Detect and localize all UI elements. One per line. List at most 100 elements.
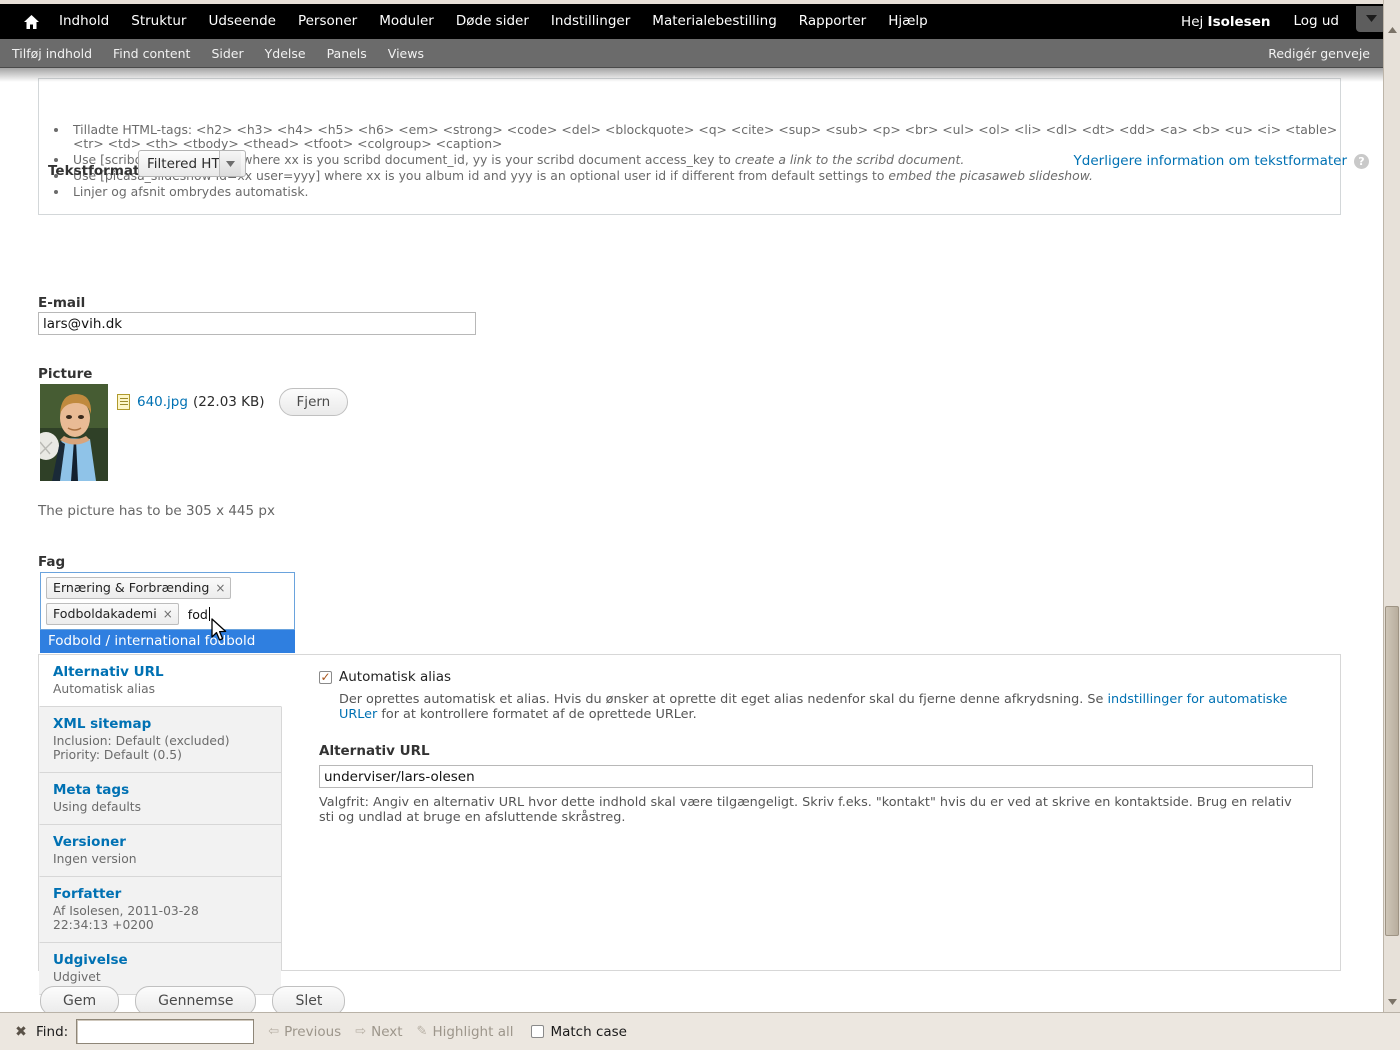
find-bar: ✖ Find: ⇦ Previous ⇨ Next ✎ Highlight all M… xyxy=(0,1012,1400,1050)
question-mark-icon[interactable]: ? xyxy=(1354,153,1369,169)
desc-after: for at kontrollere formatet af de oprett… xyxy=(377,707,697,722)
form-actions: Gem Gennemse Slet xyxy=(40,986,346,1012)
check-icon: ✓ xyxy=(320,670,331,684)
preview-button[interactable]: Gennemse xyxy=(135,986,257,1012)
vertical-tab-title: Alternativ URL xyxy=(53,664,164,680)
highlight-all-button[interactable]: ✎ Highlight all xyxy=(417,1024,514,1040)
toolbar-collapse-toggle[interactable] xyxy=(1356,5,1386,32)
shortcut-panels[interactable]: Panels xyxy=(318,39,376,68)
vertical-tab-summary: Udgivet xyxy=(53,970,101,984)
toolbar-item-indstillinger[interactable]: Indstillinger xyxy=(540,4,641,39)
vertical-tab-xml-sitemap[interactable]: XML sitemap Inclusion: Default (excluded… xyxy=(39,707,281,773)
text-caret xyxy=(208,607,210,621)
toolbar-item-materialebestilling[interactable]: Materialebestilling xyxy=(641,4,787,39)
find-next-button[interactable]: ⇨ Next xyxy=(355,1024,402,1040)
picture-file-row: 640.jpg (22.03 KB) Fjern xyxy=(117,388,349,416)
vertical-tab-summary: Automatisk alias xyxy=(53,682,156,696)
fag-typed-text: fod xyxy=(187,606,208,622)
greeting-prefix: Hej xyxy=(1181,13,1208,30)
match-case-label: Match case xyxy=(550,1023,627,1040)
alt-url-note: Valgfrit: Angiv en alternativ URL hvor d… xyxy=(319,795,1292,825)
scrollbar-thumb[interactable] xyxy=(1385,606,1399,936)
vertical-scrollbar[interactable] xyxy=(1383,0,1400,1012)
toolbar-item-personer[interactable]: Personer xyxy=(287,4,368,39)
vertical-tab-title: Udgivelse xyxy=(53,952,128,968)
vertical-tab-title: XML sitemap xyxy=(53,716,152,732)
edit-shortcuts-link[interactable]: Redigér genveje xyxy=(1268,46,1400,61)
picture-file-link[interactable]: 640.jpg xyxy=(137,394,188,410)
close-icon[interactable]: × xyxy=(163,607,173,621)
page-content: Tilladte HTML-tags: <h2> <h3> <h4> <h5> … xyxy=(0,68,1383,1012)
shortcut-views[interactable]: Views xyxy=(379,39,433,68)
arrow-right-icon: ⇨ xyxy=(355,1024,367,1039)
toolbar-item-moduler[interactable]: Moduler xyxy=(368,4,445,39)
fag-autocomplete-field[interactable]: Ernæring & Forbrænding × Fodboldakademi … xyxy=(40,572,295,630)
tip-allowed-tags: Tilladte HTML-tags: <h2> <h3> <h4> <h5> … xyxy=(69,123,1340,151)
arrow-left-icon: ⇦ xyxy=(268,1024,280,1039)
text-format-select[interactable]: Filtered HTM xyxy=(138,150,246,177)
email-field[interactable]: lars@vih.dk xyxy=(38,312,476,335)
file-icon xyxy=(117,394,130,410)
tip-text: Linjer og afsnit ombrydes automatisk. xyxy=(73,184,309,199)
fag-search-input[interactable]: fod xyxy=(188,607,210,622)
vertical-tabs-menu: Alternativ URL Automatisk alias XML site… xyxy=(39,655,282,995)
tip-italic: embed the picasaweb slideshow. xyxy=(888,168,1093,183)
help-link-text: Yderligere information om tekstformater xyxy=(1073,153,1347,169)
picture-thumbnail xyxy=(40,384,108,481)
shortcut-find-content[interactable]: Find content xyxy=(104,39,199,68)
close-icon[interactable]: × xyxy=(215,581,225,595)
vertical-tabs: Alternativ URL Automatisk alias XML site… xyxy=(38,654,1341,995)
fag-suggestion-item[interactable]: Fodbold / international fodbold xyxy=(40,630,295,653)
toolbar-item-rapporter[interactable]: Rapporter xyxy=(788,4,877,39)
chevron-down-icon[interactable] xyxy=(1384,994,1400,1010)
save-button[interactable]: Gem xyxy=(40,986,120,1012)
shortcut-ydelse[interactable]: Ydelse xyxy=(256,39,315,68)
chevron-down-icon xyxy=(1365,15,1377,22)
shortcut-bar: Tilføj indhold Find content Sider Ydelse… xyxy=(0,39,1400,68)
fag-tag[interactable]: Fodboldakademi × xyxy=(46,603,179,625)
chevron-up-icon[interactable] xyxy=(1384,22,1400,38)
fag-tag-row: Fodboldakademi × fod xyxy=(46,603,289,625)
delete-button[interactable]: Slet xyxy=(272,986,346,1012)
remove-picture-button[interactable]: Fjern xyxy=(278,388,349,416)
toolbar-item-indhold[interactable]: Indhold xyxy=(48,4,120,39)
find-previous-button[interactable]: ⇦ Previous xyxy=(268,1024,341,1040)
home-icon[interactable] xyxy=(14,14,48,30)
match-case-toggle[interactable]: Match case xyxy=(531,1024,627,1040)
tip-italic: create a link to the scribd document. xyxy=(734,152,965,167)
match-case-checkbox[interactable] xyxy=(531,1025,545,1038)
toolbar-item-udseende[interactable]: Udseende xyxy=(197,4,287,39)
text-format-help-link[interactable]: Yderligere information om tekstformater … xyxy=(1074,153,1369,169)
auto-alias-label: Automatisk alias xyxy=(339,669,452,685)
logout-link[interactable]: Log ud xyxy=(1282,4,1350,39)
browser-window: Indhold Struktur Udseende Personer Modul… xyxy=(0,0,1400,1050)
auto-alias-checkbox[interactable]: ✓ xyxy=(319,671,332,684)
email-label: E-mail xyxy=(38,295,86,311)
auto-alias-row: ✓ Automatisk alias xyxy=(319,669,1322,685)
chevron-down-icon[interactable] xyxy=(219,151,241,176)
fag-tag[interactable]: Ernæring & Forbrænding × xyxy=(46,577,232,599)
tip-text: Tilladte HTML-tags: <h2> <h3> <h4> <h5> … xyxy=(73,122,1338,151)
shortcut-tilfoj-indhold[interactable]: Tilføj indhold xyxy=(3,39,101,68)
shortcut-sider[interactable]: Sider xyxy=(202,39,252,68)
toolbar-item-dode-sider[interactable]: Døde sider xyxy=(445,4,540,39)
fag-tag-row: Ernæring & Forbrænding × xyxy=(46,577,289,599)
desc-before: Der oprettes automatisk et alias. Hvis d… xyxy=(339,692,1108,707)
toolbar-item-struktur[interactable]: Struktur xyxy=(120,4,197,39)
vertical-tab-versioner[interactable]: Versioner Ingen version xyxy=(39,825,281,877)
user-name[interactable]: Isolesen xyxy=(1208,14,1271,30)
text-format-selected-value: Filtered HTM xyxy=(147,155,219,172)
vertical-tab-forfatter[interactable]: Forfatter Af Isolesen, 2011-03-28 22:34:… xyxy=(39,877,281,943)
find-input[interactable] xyxy=(76,1019,255,1044)
alt-url-label: Alternativ URL xyxy=(319,743,430,759)
vertical-tab-summary: Using defaults xyxy=(53,800,142,814)
vertical-tab-title: Forfatter xyxy=(53,886,122,902)
vertical-tab-meta-tags[interactable]: Meta tags Using defaults xyxy=(39,773,281,825)
picture-note: The picture has to be 305 x 445 px xyxy=(38,503,275,519)
toolbar-item-hjaelp[interactable]: Hjælp xyxy=(877,4,938,39)
vertical-tab-alternativ-url[interactable]: Alternativ URL Automatisk alias xyxy=(39,655,282,707)
vertical-tab-pane: ✓ Automatisk alias Der oprettes automati… xyxy=(283,655,1340,825)
tip-linebreaks: Linjer og afsnit ombrydes automatisk. xyxy=(69,185,1340,199)
alt-url-field[interactable]: underviser/lars-olesen xyxy=(319,765,1313,788)
close-icon[interactable]: ✖ xyxy=(10,1024,32,1040)
